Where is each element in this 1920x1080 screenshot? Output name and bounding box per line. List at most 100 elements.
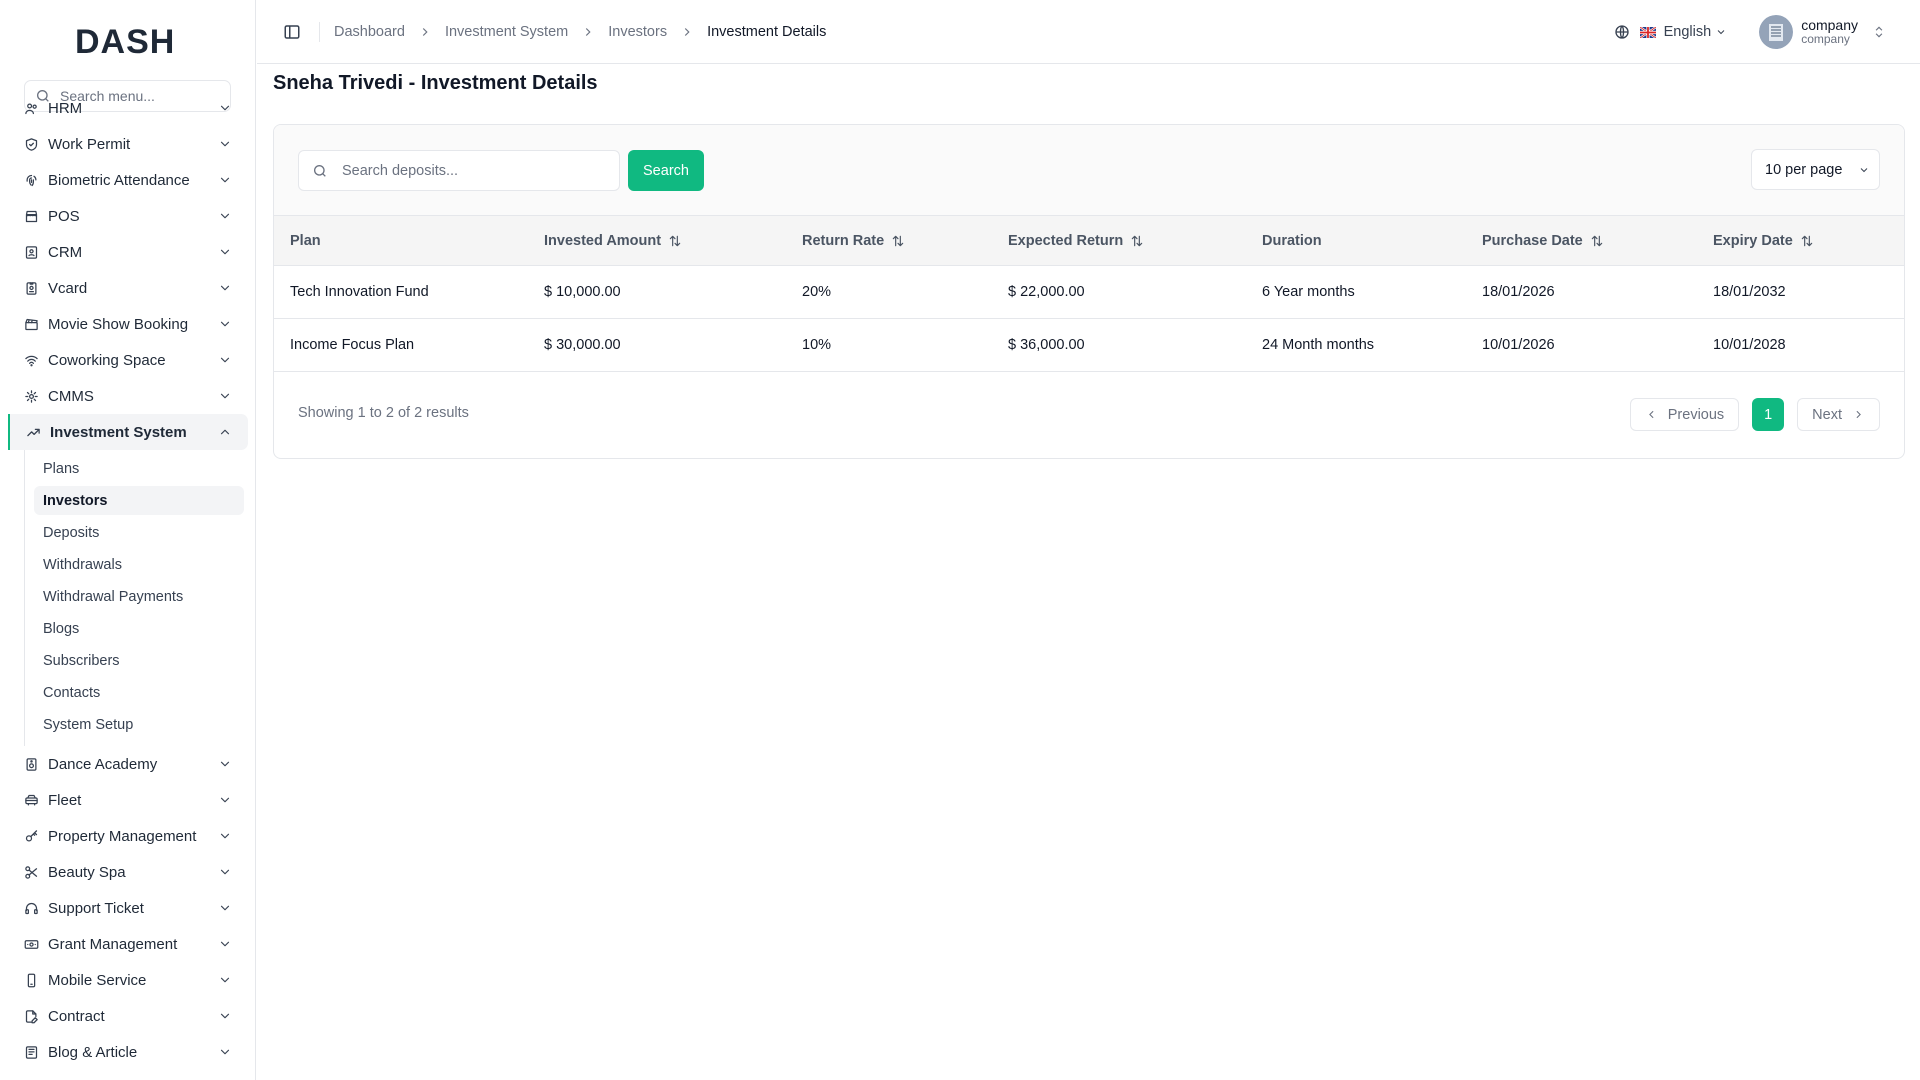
column-header-expiry-date[interactable]: Expiry Date xyxy=(1697,216,1904,266)
breadcrumb-dashboard[interactable]: Dashboard xyxy=(334,24,405,40)
column-header-label: Plan xyxy=(290,232,321,249)
banknote-icon xyxy=(24,939,39,949)
sidebar-item-vcard[interactable]: Vcard xyxy=(8,270,248,306)
chevron-down-icon xyxy=(220,105,230,111)
user-role: company xyxy=(1801,32,1850,47)
submenu-item-deposits[interactable]: Deposits xyxy=(34,518,244,547)
sidebar-item-support-ticket[interactable]: Support Ticket xyxy=(8,890,248,926)
column-header-duration: Duration xyxy=(1246,216,1466,266)
submenu-item-withdrawals[interactable]: Withdrawals xyxy=(34,550,244,579)
chevron-down-icon xyxy=(220,213,230,219)
breadcrumb-current: Investment Details xyxy=(707,23,827,40)
cell-duration: 24 Month months xyxy=(1246,318,1466,372)
submenu-item-plans[interactable]: Plans xyxy=(34,454,244,483)
chevron-right-icon xyxy=(586,27,591,36)
cell-invested-amount: $ 10,000.00 xyxy=(528,265,786,319)
badge-icon xyxy=(26,281,37,295)
clapperboard-icon xyxy=(25,318,38,330)
sidebar-item-label: Fleet xyxy=(48,791,82,809)
table-header-row: Plan Invested Amount Return Rate Expected R… xyxy=(274,215,1904,266)
sidebar-item-beauty-spa[interactable]: Beauty Spa xyxy=(8,854,248,890)
sidebar-item-investment-system[interactable]: Investment System xyxy=(8,414,248,450)
chevron-down-icon xyxy=(220,141,230,147)
submenu-item-subscribers[interactable]: Subscribers xyxy=(34,646,244,675)
column-header-invested-amount[interactable]: Invested Amount xyxy=(528,216,786,266)
chevron-down-icon xyxy=(220,177,230,183)
fingerprint-icon xyxy=(26,174,37,186)
sidebar-item-crm[interactable]: CRM xyxy=(8,234,248,270)
column-header-plan: Plan xyxy=(274,216,528,266)
page-number-current[interactable]: 1 xyxy=(1752,398,1785,431)
deposit-search-input[interactable]: Search deposits... xyxy=(298,150,620,191)
investment-submenu: Plans Investors Deposits Withdrawals Withdra… xyxy=(24,450,256,746)
cell-plan: Income Focus Plan xyxy=(274,318,528,372)
submenu-item-investors[interactable]: Investors xyxy=(34,486,244,515)
logo[interactable]: DASH xyxy=(0,0,255,80)
sidebar-item-grant-management[interactable]: Grant Management xyxy=(8,926,248,962)
search-button[interactable]: Search xyxy=(628,150,704,191)
next-button[interactable]: Next xyxy=(1797,398,1880,431)
chevron-down-icon xyxy=(220,357,230,363)
per-page-value: 10 per page xyxy=(1765,161,1843,178)
user-menu[interactable]: company company xyxy=(1759,15,1886,49)
cell-duration: 6 Year months xyxy=(1246,265,1466,319)
sidebar-item-biometric-attendance[interactable]: Biometric Attendance xyxy=(8,162,248,198)
language-label: English xyxy=(1663,24,1712,40)
column-header-expected-return[interactable]: Expected Return xyxy=(992,216,1246,266)
page-title: Sneha Trivedi - Investment Details xyxy=(273,72,598,94)
chevron-down-icon xyxy=(220,321,230,327)
column-header-label: Return Rate xyxy=(802,232,885,249)
speaker-icon xyxy=(26,757,37,771)
sort-arrows-icon xyxy=(669,235,681,246)
sidebar-item-hrm[interactable]: HRM xyxy=(8,103,248,126)
chevron-right-icon xyxy=(684,27,690,36)
sidebar-toggle-icon[interactable] xyxy=(283,23,301,41)
sidebar-search-placeholder: Search menu... xyxy=(60,88,155,104)
cell-invested-amount: $ 30,000.00 xyxy=(528,318,786,372)
file-pen-icon xyxy=(25,1009,38,1023)
sidebar-item-label: Mobile Service xyxy=(48,971,147,989)
column-header-return-rate[interactable]: Return Rate xyxy=(786,216,992,266)
sidebar-item-movie-show-booking[interactable]: Movie Show Booking xyxy=(8,306,248,342)
table-row: Tech Innovation Fund $ 10,000.00 20% $ 22,0… xyxy=(274,265,1904,319)
submenu-item-contacts[interactable]: Contacts xyxy=(34,678,244,707)
sidebar-item-coworking-space[interactable]: Coworking Space xyxy=(8,342,248,378)
sidebar-item-work-permit[interactable]: Work Permit xyxy=(8,126,248,162)
sidebar-item-label: Movie Show Booking xyxy=(48,315,189,333)
cell-expected-return: $ 36,000.00 xyxy=(992,318,1246,372)
sidebar-item-cmms[interactable]: CMMS xyxy=(8,378,248,414)
previous-label: Previous xyxy=(1667,406,1725,423)
sidebar-item-fleet[interactable]: Fleet xyxy=(8,782,248,818)
wifi-icon xyxy=(25,355,38,366)
sidebar-item-mobile-service[interactable]: Mobile Service xyxy=(8,962,248,998)
avatar xyxy=(1759,15,1794,49)
headphones-icon xyxy=(25,902,38,914)
column-header-label: Expiry Date xyxy=(1713,232,1793,249)
breadcrumb-investment-system[interactable]: Investment System xyxy=(445,24,568,40)
chevron-down-icon xyxy=(220,1013,230,1019)
chevron-down-icon xyxy=(220,905,230,911)
sidebar-item-property-management[interactable]: Property Management xyxy=(8,818,248,854)
submenu-item-withdrawal-payments[interactable]: Withdrawal Payments xyxy=(34,582,244,611)
divider xyxy=(319,21,320,42)
submenu-item-blogs[interactable]: Blogs xyxy=(34,614,244,643)
sidebar-item-blog-and-article[interactable]: Blog & Article xyxy=(8,1034,248,1070)
building-avatar-icon xyxy=(1759,15,1794,49)
language-selector[interactable]: English xyxy=(1614,24,1728,40)
cell-expected-return: $ 22,000.00 xyxy=(992,265,1246,319)
results-summary: Showing 1 to 2 of 2 results xyxy=(298,405,469,421)
contact-card-icon xyxy=(25,245,38,259)
sidebar-item-contract[interactable]: Contract xyxy=(8,998,248,1034)
sidebar-item-dance-academy[interactable]: Dance Academy xyxy=(8,746,248,782)
top-header: Dashboard Investment System Investors In… xyxy=(257,0,1920,64)
chevron-down-icon xyxy=(220,249,230,255)
submenu-item-system-setup[interactable]: System Setup xyxy=(34,710,244,739)
sidebar-item-label: Contract xyxy=(48,1007,105,1025)
sidebar-item-pos[interactable]: POS xyxy=(8,198,248,234)
previous-button[interactable]: Previous xyxy=(1629,398,1740,431)
sidebar-item-label: Vcard xyxy=(48,279,88,297)
breadcrumb-investors[interactable]: Investors xyxy=(608,24,667,40)
per-page-select[interactable]: 10 per page xyxy=(1751,149,1880,190)
column-header-purchase-date[interactable]: Purchase Date xyxy=(1466,216,1697,266)
cell-return-rate: 20% xyxy=(786,265,992,319)
